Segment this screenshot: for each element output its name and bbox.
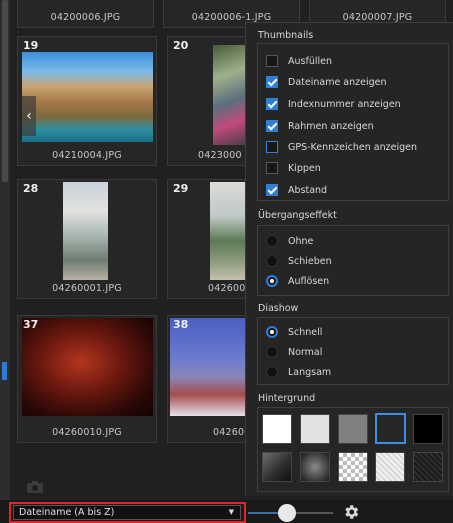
option-label: Normal xyxy=(288,346,323,358)
transition-dissolve[interactable]: Auflösen xyxy=(266,273,329,289)
left-scrollbar[interactable] xyxy=(0,0,10,500)
zoom-slider-knob[interactable] xyxy=(278,504,296,522)
option-show-index[interactable]: Indexnummer anzeigen xyxy=(266,96,401,112)
beach-cliff-photo xyxy=(22,52,153,142)
option-label: Dateiname anzeigen xyxy=(288,76,387,88)
scrollbar-thumb[interactable] xyxy=(2,0,8,182)
bg-swatch-checkerboard[interactable] xyxy=(338,452,368,482)
thumbnail-caption: 04210004.JPG xyxy=(52,150,122,161)
radio[interactable] xyxy=(266,255,278,267)
option-label: Schieben xyxy=(288,255,332,267)
photo-browser-app: 04200006.JPG 04200006-1.JPG 04200007.JPG… xyxy=(0,0,453,523)
option-label: Rahmen anzeigen xyxy=(288,120,374,132)
index-number: 28 xyxy=(23,182,39,195)
index-number: 37 xyxy=(23,318,39,331)
thumbnail-settings-panel: Thumbnails Ausfüllen Dateiname anzeigen … xyxy=(245,22,453,496)
index-number: 29 xyxy=(173,182,189,195)
option-label: GPS-Kennzeichen anzeigen xyxy=(288,141,418,153)
slideshow-slow[interactable]: Langsam xyxy=(266,364,331,380)
option-label: Abstand xyxy=(288,184,328,196)
slideshow-normal[interactable]: Normal xyxy=(266,344,322,360)
thumbnail-cell[interactable]: 04200006.JPG xyxy=(17,0,154,28)
bg-swatch-vignette[interactable] xyxy=(300,452,330,482)
section-title-transition: Übergangseffekt xyxy=(258,210,337,221)
option-label: Ohne xyxy=(288,235,314,247)
bg-swatch-white[interactable] xyxy=(262,414,292,444)
checkbox[interactable] xyxy=(266,184,278,196)
option-label: Kippen xyxy=(288,162,321,174)
bg-swatch-dark-pattern[interactable] xyxy=(413,452,443,482)
radio[interactable] xyxy=(266,235,278,247)
cave-photo xyxy=(22,318,153,416)
checkbox[interactable] xyxy=(266,55,278,67)
transition-none[interactable]: Ohne xyxy=(266,233,313,249)
bg-swatch-black[interactable] xyxy=(413,414,443,444)
option-tilt[interactable]: Kippen xyxy=(266,160,321,176)
option-label: Ausfüllen xyxy=(288,55,332,67)
bg-swatch-gradient-dark[interactable] xyxy=(262,452,292,482)
index-number: 20 xyxy=(173,39,189,52)
option-spacing[interactable]: Abstand xyxy=(266,182,327,198)
option-label: Schnell xyxy=(288,326,323,338)
option-show-filename[interactable]: Dateiname anzeigen xyxy=(266,74,387,90)
checkbox[interactable] xyxy=(266,98,278,110)
bg-swatch-light-pattern[interactable] xyxy=(375,452,405,482)
alley-photo xyxy=(63,182,108,280)
option-label: Langsam xyxy=(288,366,332,378)
option-show-gps[interactable]: GPS-Kennzeichen anzeigen xyxy=(266,139,417,155)
church-dome-photo xyxy=(170,318,250,416)
section-title-background: Hintergrund xyxy=(258,393,316,404)
option-fill[interactable]: Ausfüllen xyxy=(266,53,332,69)
slideshow-fast[interactable]: Schnell xyxy=(266,324,322,340)
option-show-frame[interactable]: Rahmen anzeigen xyxy=(266,118,374,134)
option-label: Auflösen xyxy=(288,275,330,287)
option-label: Indexnummer anzeigen xyxy=(288,98,401,110)
scroll-position-marker xyxy=(2,362,7,380)
bg-swatch-light-gray[interactable] xyxy=(300,414,330,444)
checkbox[interactable] xyxy=(266,120,278,132)
radio[interactable] xyxy=(266,326,278,338)
transition-slide[interactable]: Schieben xyxy=(266,253,332,269)
thumbnail-cell[interactable]: 28 04260001.JPG xyxy=(17,179,157,299)
radio[interactable] xyxy=(266,366,278,378)
checkbox[interactable] xyxy=(266,162,278,174)
radio[interactable] xyxy=(266,346,278,358)
thumbnail-caption: 04260010.JPG xyxy=(52,427,122,438)
bg-swatch-gray[interactable] xyxy=(338,414,368,444)
chevron-left-icon[interactable]: ‹ xyxy=(22,96,36,136)
highlight-frame xyxy=(9,502,246,523)
thumbnail-caption: 04200006.JPG xyxy=(50,12,121,23)
checkbox[interactable] xyxy=(266,141,278,153)
thumbnail-cell[interactable]: 37 04260010.JPG xyxy=(17,315,157,443)
index-number: 19 xyxy=(23,39,39,52)
thumbnail-cell[interactable]: 19 04210004.JPG xyxy=(17,36,157,166)
radio[interactable] xyxy=(266,275,278,287)
gear-icon[interactable] xyxy=(342,503,360,521)
section-title-thumbnails: Thumbnails xyxy=(258,30,314,41)
camera-icon[interactable] xyxy=(26,480,44,494)
section-title-slideshow: Diashow xyxy=(258,303,299,314)
checkbox[interactable] xyxy=(266,76,278,88)
thumbnail-caption: 04260001.JPG xyxy=(52,283,122,294)
zoom-slider-remaining xyxy=(293,512,333,514)
bg-swatch-dark-gray[interactable] xyxy=(375,413,406,444)
index-number: 38 xyxy=(173,318,189,331)
